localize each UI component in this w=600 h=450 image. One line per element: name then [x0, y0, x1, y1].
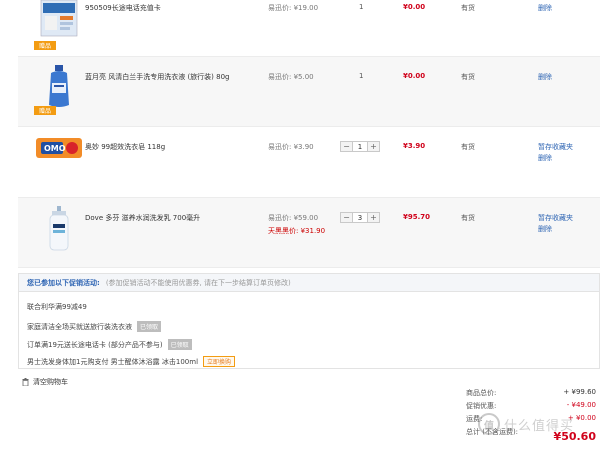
cart-item-row: 赠品 蓝月亮 风清白兰手洗专用洗衣液 (旅行装) 80g 易迅价: ¥5.00 1 ¥0…: [18, 57, 600, 127]
product-price: 易迅价: ¥19.00: [268, 3, 318, 13]
cart-list: 赠品 950509长途电话充值卡 易迅价: ¥19.00 1 ¥0.00 有货 删除 赠品 蓝月…: [0, 0, 600, 268]
promotion-text: 订单满19元送长途电话卡 (部分产品不参与): [27, 340, 163, 349]
quantity-input[interactable]: 1: [352, 142, 368, 151]
quantity-stepper: −1 +: [340, 141, 380, 152]
item-actions: 删除: [538, 3, 552, 14]
promotion-header: 您已参加以下促销活动: (参加促销活动不能使用优惠券, 请在下一步结算订单页修改…: [19, 274, 599, 292]
delete-link[interactable]: 删除: [538, 153, 573, 164]
product-price: 易迅价: ¥5.00: [268, 72, 314, 82]
promotion-text: 联合利华满99减49: [27, 303, 87, 311]
promotion-text: 男士洗发身体加1元购支付 男士醒体沐浴露 冰击100ml: [27, 357, 199, 366]
product-thumbnail[interactable]: 赠品: [34, 65, 84, 115]
list-price: 易迅价: ¥59.00: [268, 214, 319, 222]
product-thumbnail[interactable]: 赠品: [34, 0, 84, 50]
save-to-favorites-link[interactable]: 暂存收藏夹: [538, 213, 573, 224]
grand-total: ¥50.60: [553, 430, 596, 443]
list-price: 易迅价: ¥5.00: [268, 73, 314, 81]
total-value: + ¥99.60: [563, 388, 596, 396]
promotion-note: (参加促销活动不能使用优惠券, 请在下一步结算订单页修改): [105, 278, 291, 287]
shampoo-bottle-icon: [34, 206, 84, 252]
detergent-bottle-icon: [34, 65, 84, 109]
total-row: 商品总价: + ¥99.60: [466, 388, 596, 401]
soap-bar-icon: OMO: [34, 135, 84, 161]
delete-link[interactable]: 删除: [538, 72, 552, 83]
stock-status: 有货: [461, 4, 475, 12]
promotion-panel: 您已参加以下促销活动: (参加促销活动不能使用优惠券, 请在下一步结算订单页修改…: [18, 273, 600, 369]
cart-item-row: OMO 奥妙 99超效洗衣皂 118g 易迅价: ¥3.90 −1 + ¥3.90 有货 暂存…: [18, 127, 600, 198]
total-label: 商品总价:: [466, 389, 497, 397]
claimed-tag: 已领取: [167, 339, 192, 350]
quantity-increase-button[interactable]: +: [368, 213, 379, 222]
gift-badge: 赠品: [34, 106, 56, 115]
promotion-line: 订单满19元送长途电话卡 (部分产品不参与) 已领取: [27, 339, 192, 350]
trash-icon: [22, 378, 29, 386]
claimed-tag: 已领取: [137, 321, 162, 332]
product-name-link[interactable]: Dove 多芬 滋养水润洗发乳 700毫升: [85, 213, 200, 223]
redeem-now-button[interactable]: 立即换购: [203, 356, 236, 367]
cart-item-row: 赠品 950509长途电话充值卡 易迅价: ¥19.00 1 ¥0.00 有货 删除: [18, 0, 600, 57]
quantity-value: 1: [359, 3, 364, 11]
item-subtotal: ¥95.70: [403, 213, 431, 221]
item-actions: 暂存收藏夹 删除: [538, 213, 573, 235]
list-price: 易迅价: ¥19.00: [268, 4, 319, 12]
list-price: 易迅价: ¥3.90: [268, 143, 314, 151]
item-subtotal: ¥3.90: [403, 142, 426, 150]
promotion-line: 家庭清洁全场买就送旅行装洗衣液 已领取: [27, 321, 162, 332]
total-value: - ¥49.00: [566, 401, 596, 409]
member-price: 天黑黑价: ¥31.90: [268, 227, 326, 235]
clear-cart-label: 清空购物车: [33, 378, 68, 386]
product-name-link[interactable]: 蓝月亮 风清白兰手洗专用洗衣液 (旅行装) 80g: [85, 72, 230, 82]
phone-card-icon: [34, 0, 84, 44]
promotion-title: 您已参加以下促销活动:: [27, 278, 100, 287]
promotion-text: 家庭清洁全场买就送旅行装洗衣液: [27, 322, 132, 331]
item-subtotal: ¥0.00: [403, 3, 426, 11]
cart-item-row: Dove 多芬 滋养水润洗发乳 700毫升 易迅价: ¥59.00 天黑黑价: ¥3…: [18, 198, 600, 268]
promotion-line: 联合利华满99减49: [27, 302, 87, 312]
product-name-link[interactable]: 950509长途电话充值卡: [85, 3, 161, 13]
stock-status: 有货: [461, 73, 475, 81]
delete-link[interactable]: 删除: [538, 3, 552, 14]
stock-status: 有货: [461, 214, 475, 222]
item-actions: 暂存收藏夹 删除: [538, 142, 573, 164]
quantity-stepper: −3 +: [340, 212, 380, 223]
delete-link[interactable]: 删除: [538, 224, 573, 235]
product-price: 易迅价: ¥3.90: [268, 142, 314, 152]
watermark-logo-icon: 值: [478, 413, 500, 435]
gift-badge: 赠品: [34, 41, 56, 50]
product-thumbnail[interactable]: OMO: [34, 135, 84, 185]
item-actions: 删除: [538, 72, 552, 83]
save-to-favorites-link[interactable]: 暂存收藏夹: [538, 142, 573, 153]
svg-text:OMO: OMO: [44, 144, 66, 153]
quantity-value: 1: [359, 72, 364, 80]
product-name-link[interactable]: 奥妙 99超效洗衣皂 118g: [85, 142, 165, 152]
quantity-input[interactable]: 3: [352, 213, 368, 222]
item-subtotal: ¥0.00: [403, 72, 426, 80]
promotion-line: 男士洗发身体加1元购支付 男士醒体沐浴露 冰击100ml 立即换购: [27, 356, 236, 367]
product-thumbnail[interactable]: [34, 206, 84, 256]
product-price: 易迅价: ¥59.00 天黑黑价: ¥31.90: [268, 213, 325, 236]
quantity-increase-button[interactable]: +: [368, 142, 379, 151]
quantity-decrease-button[interactable]: −: [341, 213, 352, 222]
stock-status: 有货: [461, 143, 475, 151]
clear-cart-button[interactable]: 清空购物车: [22, 377, 68, 387]
total-label: 促销优惠:: [466, 402, 497, 410]
quantity-decrease-button[interactable]: −: [341, 142, 352, 151]
